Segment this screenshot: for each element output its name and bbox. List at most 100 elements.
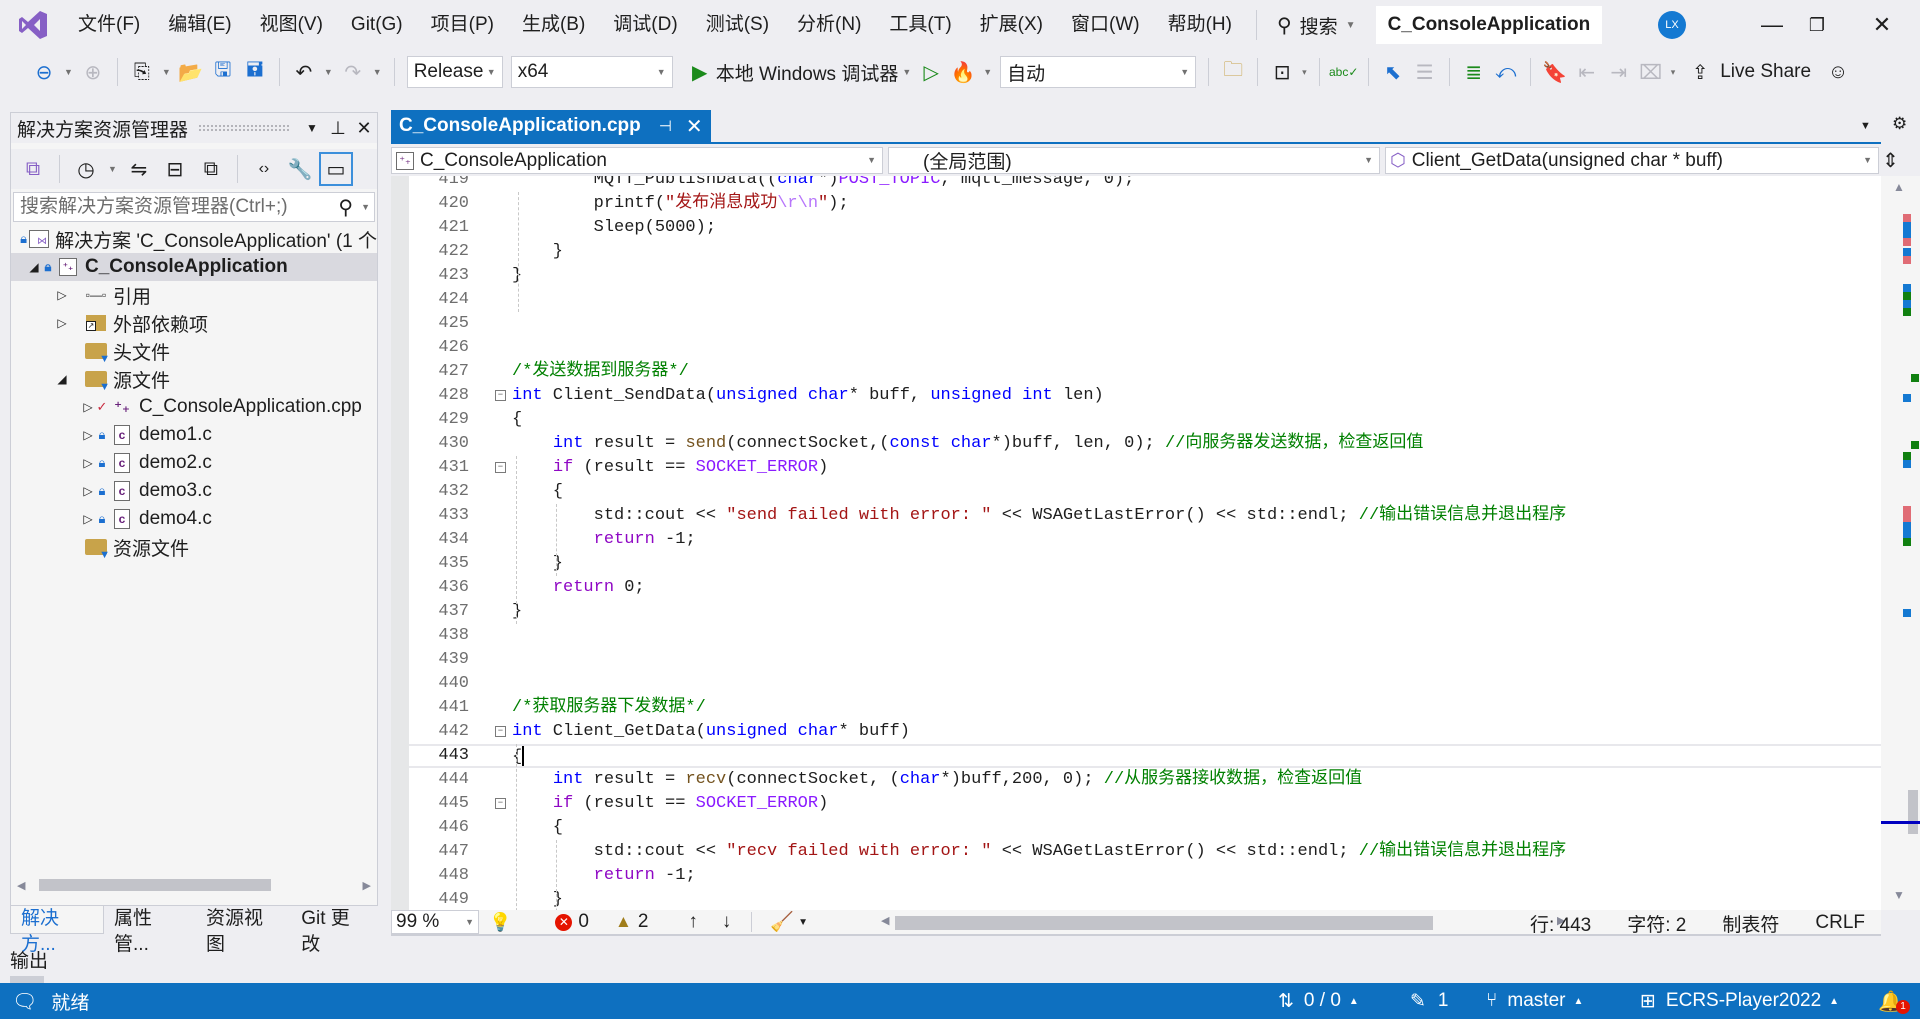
save-icon[interactable]: 🖫 (208, 57, 238, 87)
menu-item[interactable]: 工具(T) (875, 8, 965, 42)
code-line[interactable]: 436 return 0; (409, 576, 1881, 600)
scroll-down-icon[interactable]: ▼ (1893, 888, 1905, 902)
expand-arrow-icon[interactable]: ▷ (81, 456, 95, 470)
new-project-icon[interactable]: ⎘ (127, 57, 157, 87)
panel-drag-grip[interactable] (198, 124, 289, 132)
dropdown-arrow-icon[interactable]: ▾ (1302, 67, 1307, 78)
live-share-icon[interactable]: ⇪ (1685, 57, 1715, 87)
code-line[interactable]: 439 (409, 648, 1881, 672)
scroll-left-icon[interactable]: ◀ (17, 879, 25, 892)
menu-item[interactable]: 帮助(H) (1154, 8, 1246, 42)
menu-item[interactable]: 窗口(W) (1057, 8, 1154, 42)
spell-check-icon[interactable]: abc✓ (1329, 57, 1359, 87)
bookmark-icon[interactable]: 🔖 (1540, 57, 1570, 87)
next-bookmark-icon[interactable]: ⇥ (1604, 57, 1634, 87)
code-line[interactable]: 421 Sleep(5000); (409, 216, 1881, 240)
code-line[interactable]: 420 printf("发布消息成功\r\n"); (409, 192, 1881, 216)
solution-explorer-horizontal-scrollbar[interactable]: ◀ ▶ (11, 876, 377, 894)
user-avatar[interactable]: LX (1658, 11, 1686, 39)
expand-arrow-icon[interactable]: ▷ (81, 484, 95, 498)
expand-arrow-icon[interactable]: ▷ (81, 512, 95, 526)
tool-window-tab[interactable]: 解决方... (10, 906, 105, 955)
pending-changes-filter-icon[interactable]: ◷ (69, 152, 103, 186)
find-in-files-icon[interactable]: 🗀 (1218, 57, 1248, 87)
expand-arrow-icon[interactable]: ▷ (55, 288, 69, 302)
dropdown-arrow-icon[interactable]: ▼ (108, 164, 117, 174)
format-document-icon[interactable]: ☰ (1410, 57, 1440, 87)
select-element-icon[interactable]: ⬉ (1378, 57, 1408, 87)
save-all-icon[interactable]: 🖬 (240, 57, 270, 87)
code-line[interactable]: 441 /*获取服务器下发数据*/ (409, 696, 1881, 720)
tree-item[interactable]: ▷ 🔒︎ c demo1.c (11, 421, 377, 449)
live-share-button[interactable]: Live Share (1720, 61, 1811, 83)
tree-item[interactable]: ▷ 🔒︎ c demo4.c (11, 505, 377, 533)
split-window-icon[interactable]: ⇕ (1882, 148, 1899, 173)
scrollbar-thumb[interactable] (39, 879, 271, 891)
view-code-icon[interactable]: ‹› (247, 152, 281, 186)
show-all-files-icon[interactable]: ⧉ (194, 152, 228, 186)
output-panel-tab[interactable]: 输出 (10, 946, 48, 973)
collapse-arrow-icon[interactable]: ◢ (27, 260, 41, 274)
expand-arrow-icon[interactable]: ▷ (81, 428, 95, 442)
document-tab[interactable]: C_ConsoleApplication.cpp ⊣ ✕ (391, 110, 711, 142)
close-tab-icon[interactable]: ✕ (686, 114, 703, 139)
next-issue-icon[interactable]: ↓ (722, 911, 732, 933)
code-line[interactable]: 432 { (409, 480, 1881, 504)
collapse-arrow-icon[interactable]: ◢ (55, 372, 69, 386)
code-line[interactable]: 430 int result = send(connectSocket,(con… (409, 432, 1881, 456)
code-line[interactable]: 427 /*发送数据到服务器*/ (409, 360, 1881, 384)
error-count-button[interactable]: ✕ 0 (555, 911, 589, 933)
code-line[interactable]: 443 { (409, 744, 1881, 768)
editor-vertical-scrollbar[interactable]: ▲ ▼ (1881, 176, 1920, 910)
tree-item[interactable]: ◢ 🔒︎ ⁺₊ C_ConsoleApplication (11, 253, 377, 281)
dropdown-arrow-icon[interactable]: ▼ (983, 67, 992, 77)
code-line[interactable]: 433 std::cout << "send failed with error… (409, 504, 1881, 528)
global-search-button[interactable]: ⚲ 搜索 ▼ (1267, 12, 1366, 39)
code-line[interactable]: 435 } (409, 552, 1881, 576)
tab-list-dropdown-icon[interactable]: ▼ (1860, 120, 1871, 132)
code-line[interactable]: 448 return -1; (409, 864, 1881, 888)
configuration-select[interactable]: Release ▼ (406, 56, 503, 88)
scrollbar-thumb[interactable] (895, 916, 1433, 930)
code-line[interactable]: 426 (409, 336, 1881, 360)
menu-item[interactable]: 文件(F) (64, 8, 154, 42)
menu-item[interactable]: 测试(S) (692, 8, 783, 42)
code-line[interactable]: 423} (409, 264, 1881, 288)
tree-item[interactable]: ▷ 🔒︎ c demo2.c (11, 449, 377, 477)
home-window-icon[interactable]: ⊡ (1267, 57, 1297, 87)
indent-mode[interactable]: 制表符 (1722, 910, 1779, 937)
menu-item[interactable]: Git(G) (337, 8, 417, 42)
code-line[interactable]: 425 (409, 312, 1881, 336)
undo-icon[interactable]: ↶ (289, 57, 319, 87)
properties-icon[interactable]: 🔧 (283, 152, 317, 186)
sync-with-active-document-icon[interactable]: ⇋ (122, 152, 156, 186)
scope-dropdown[interactable]: (全局范围) ▼ (888, 147, 1380, 174)
code-line[interactable]: 447 std::cout << "recv failed with error… (409, 840, 1881, 864)
member-dropdown[interactable]: ⬡ Client_GetData(unsigned char * buff) ▼ (1385, 147, 1879, 174)
tool-window-tab[interactable]: 资源视图 (196, 906, 291, 955)
close-panel-icon[interactable]: ✕ (351, 118, 377, 139)
expand-arrow-icon[interactable]: ▷ (55, 316, 69, 330)
start-debugging-button[interactable]: 本地 Windows 调试器 (716, 59, 899, 86)
minimize-button[interactable]: — (1752, 8, 1792, 42)
dropdown-arrow-icon[interactable]: ▼ (902, 67, 911, 77)
feedback-icon[interactable]: ☺ (1823, 57, 1853, 87)
scroll-left-icon[interactable]: ◀ (881, 914, 889, 927)
editor-horizontal-scrollbar[interactable]: ◀ (881, 914, 1561, 930)
code-line[interactable]: 419 MQTT_PublishData((char*)POST_TOPIC, … (409, 176, 1881, 192)
collapse-region-icon[interactable]: − (495, 726, 506, 737)
tree-item[interactable]: ▷ ▫—▫ 引用 (11, 281, 377, 309)
menu-item[interactable]: 项目(P) (417, 8, 508, 42)
menu-item[interactable]: 调试(D) (599, 8, 691, 42)
repository-button[interactable]: ⊞ ECRS-Player2022 ▲ (1640, 990, 1839, 1013)
code-line[interactable]: 434 return -1; (409, 528, 1881, 552)
code-cleanup-icon[interactable]: 🧹 (770, 910, 794, 934)
open-file-icon[interactable]: 📂 (176, 57, 206, 87)
uncomment-lines-icon[interactable]: ⤺ (1491, 57, 1521, 87)
code-line[interactable]: 440 (409, 672, 1881, 696)
branch-button[interactable]: ⑂ master ▲ (1486, 990, 1583, 1012)
gear-icon[interactable]: ⚙ (1892, 114, 1907, 134)
code-line[interactable]: 446 { (409, 816, 1881, 840)
tool-window-tab[interactable]: Git 更改 (291, 906, 378, 955)
collapse-all-icon[interactable]: ⊟ (158, 152, 192, 186)
